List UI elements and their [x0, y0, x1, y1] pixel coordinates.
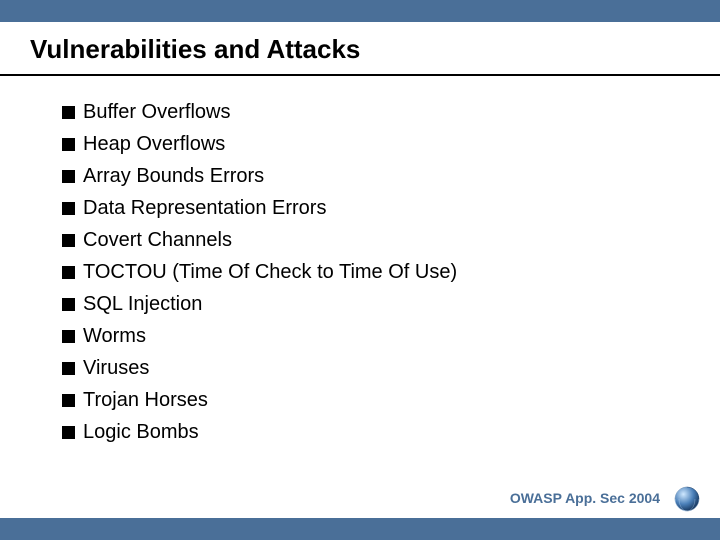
top-bar — [0, 0, 720, 22]
list-item: Array Bounds Errors — [62, 160, 457, 192]
list-item-text: Data Representation Errors — [83, 197, 326, 220]
list-item: Trojan Horses — [62, 384, 457, 416]
list-item-text: Logic Bombs — [83, 421, 199, 444]
globe-icon — [674, 486, 700, 512]
list-item: Covert Channels — [62, 224, 457, 256]
square-bullet-icon — [62, 202, 75, 215]
square-bullet-icon — [62, 234, 75, 247]
list-item-text: TOCTOU (Time Of Check to Time Of Use) — [83, 261, 457, 284]
square-bullet-icon — [62, 106, 75, 119]
square-bullet-icon — [62, 170, 75, 183]
square-bullet-icon — [62, 298, 75, 311]
list-item: SQL Injection — [62, 288, 457, 320]
square-bullet-icon — [62, 394, 75, 407]
list-item-text: Viruses — [83, 357, 149, 380]
square-bullet-icon — [62, 138, 75, 151]
list-item-text: Heap Overflows — [83, 133, 225, 156]
list-item-text: Trojan Horses — [83, 389, 208, 412]
list-item-text: Array Bounds Errors — [83, 165, 264, 188]
bullet-list: Buffer Overflows Heap Overflows Array Bo… — [62, 96, 457, 448]
bottom-bar — [0, 518, 720, 540]
title-divider — [0, 74, 720, 76]
square-bullet-icon — [62, 266, 75, 279]
list-item-text: Worms — [83, 325, 146, 348]
list-item: TOCTOU (Time Of Check to Time Of Use) — [62, 256, 457, 288]
list-item: Buffer Overflows — [62, 96, 457, 128]
footer-text: OWASP App. Sec 2004 — [510, 490, 660, 506]
square-bullet-icon — [62, 362, 75, 375]
list-item-text: SQL Injection — [83, 293, 202, 316]
list-item: Data Representation Errors — [62, 192, 457, 224]
list-item-text: Buffer Overflows — [83, 101, 230, 124]
square-bullet-icon — [62, 426, 75, 439]
list-item: Heap Overflows — [62, 128, 457, 160]
page-title: Vulnerabilities and Attacks — [30, 34, 360, 65]
square-bullet-icon — [62, 330, 75, 343]
list-item-text: Covert Channels — [83, 229, 232, 252]
list-item: Worms — [62, 320, 457, 352]
list-item: Viruses — [62, 352, 457, 384]
list-item: Logic Bombs — [62, 416, 457, 448]
